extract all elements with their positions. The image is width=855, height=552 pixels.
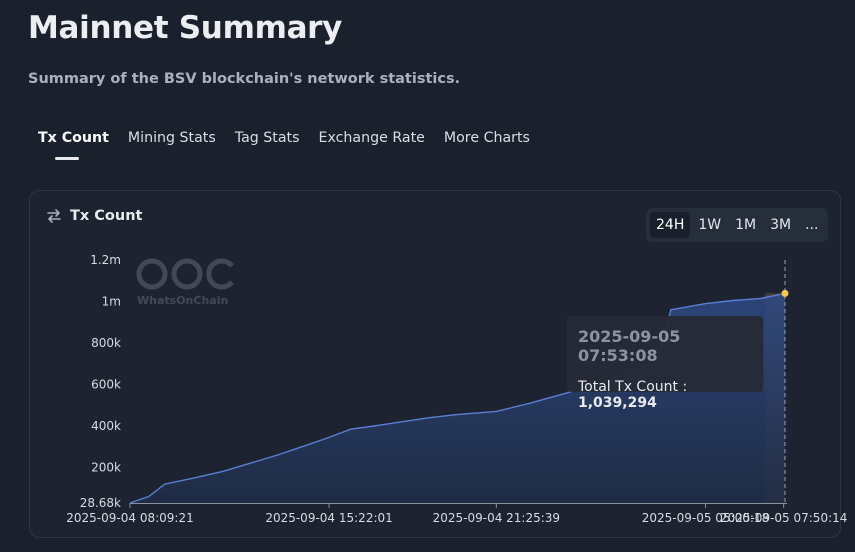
x-axis: 2025-09-04 08:09:21 2025-09-04 15:22:01 20… [66, 503, 847, 525]
x-tick-label: 2025-09-05 07:50:14 [720, 511, 847, 525]
chart-tooltip: 2025-09-05 07:53:08 Total Tx Count : 1,0… [567, 316, 763, 411]
y-tick-label: 1.2m [90, 253, 121, 267]
tooltip-value: 1,039,294 [578, 395, 657, 411]
y-tick-label: 28.68k [80, 496, 121, 510]
tooltip-label: Total Tx Count : [578, 379, 688, 395]
x-tick-label: 2025-09-04 15:22:01 [265, 511, 392, 525]
y-axis: 28.68k 200k 400k 600k 800k 1m 1.2m [80, 253, 121, 510]
tooltip-row: Total Tx Count : 1,039,294 [578, 379, 752, 411]
y-tick-label: 600k [91, 377, 121, 391]
watermark-text: WhatsOnChain [137, 294, 228, 307]
highlight-point[interactable] [781, 289, 789, 297]
tooltip-time: 2025-09-05 07:53:08 [578, 327, 681, 365]
tx-count-chart[interactable]: WhatsOnChain 28.68k 200k 400k 600k 800k 1m 1.2… [0, 0, 855, 552]
x-tick-label: 2025-09-04 08:09:21 [66, 511, 193, 525]
y-tick-label: 200k [91, 460, 121, 474]
watermark-logo: WhatsOnChain [136, 258, 234, 307]
y-tick-label: 400k [91, 419, 121, 433]
y-tick-label: 800k [91, 336, 121, 350]
x-tick-label: 2025-09-04 21:25:39 [433, 511, 560, 525]
y-tick-label: 1m [102, 294, 121, 308]
